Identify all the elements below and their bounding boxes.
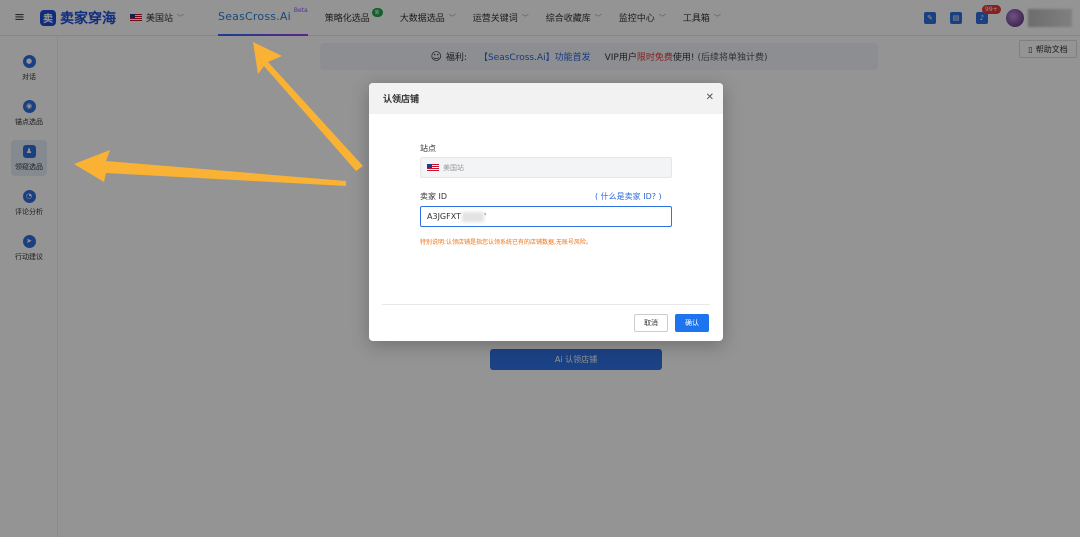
seller-id-blurred-part (461, 211, 484, 222)
us-flag-icon (427, 163, 439, 172)
dialog-divider (382, 304, 710, 305)
dialog-header: 认领店铺 ✕ (369, 83, 723, 114)
special-note: 特别说明:认领店铺是指您认领系统已有的店铺数据,无账号风险。 (420, 239, 592, 246)
dialog-title: 认领店铺 (383, 95, 420, 105)
site-label: 站点 (420, 144, 436, 153)
site-field-value: 美国站 (443, 163, 464, 172)
seller-id-value: A3JGFXT (427, 212, 461, 221)
seller-id-label: 卖家 ID (420, 192, 448, 201)
cancel-button[interactable]: 取消 (634, 314, 668, 332)
close-icon[interactable]: ✕ (706, 92, 714, 103)
what-is-seller-id-link[interactable]: ( 什么是卖家 ID? ) (595, 191, 662, 202)
site-field: 美国站 (420, 157, 672, 178)
seller-id-input[interactable]: A3JGFXT ' (420, 206, 672, 227)
confirm-button[interactable]: 确认 (675, 314, 709, 332)
seller-id-suffix: ' (483, 212, 487, 221)
claim-store-dialog: 认领店铺 ✕ 站点 美国站 卖家 ID ( 什么是卖家 ID? ) A3JGFX… (369, 83, 723, 341)
